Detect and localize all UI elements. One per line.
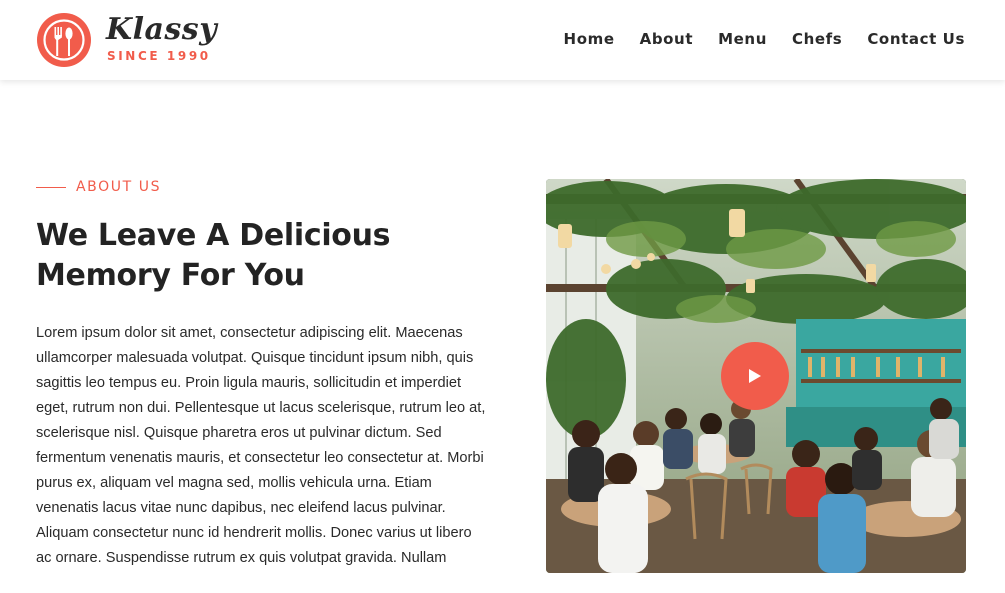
site-header: Klassy SINCE 1990 Home About Menu Chefs … [0, 0, 1005, 80]
eyebrow-label: ABOUT US [76, 179, 162, 195]
video-play-button[interactable] [721, 342, 789, 410]
nav-menu[interactable]: Menu [718, 30, 767, 48]
logo[interactable]: Klassy SINCE 1990 [36, 12, 218, 68]
restaurant-photo [546, 179, 966, 573]
main-nav: Home About Menu Chefs Contact Us [564, 30, 965, 48]
play-icon [749, 369, 761, 383]
title-line-2: Memory For You [36, 258, 305, 293]
nav-chefs[interactable]: Chefs [792, 30, 842, 48]
about-paragraph: Lorem ipsum dolor sit amet, consectetur … [36, 325, 486, 566]
logo-wordmark: Klassy [106, 12, 218, 47]
nav-contact-us[interactable]: Contact Us [867, 30, 965, 48]
section-eyebrow: ABOUT US [36, 179, 161, 195]
logo-tagline: SINCE 1990 [107, 49, 211, 63]
title-line-1: We Leave A Delicious [36, 218, 391, 253]
nav-home[interactable]: Home [564, 30, 615, 48]
section-title: We Leave A Delicious Memory For You [36, 216, 506, 296]
nav-about[interactable]: About [640, 30, 694, 48]
logo-badge-icon [37, 13, 91, 67]
eyebrow-divider [36, 186, 66, 188]
